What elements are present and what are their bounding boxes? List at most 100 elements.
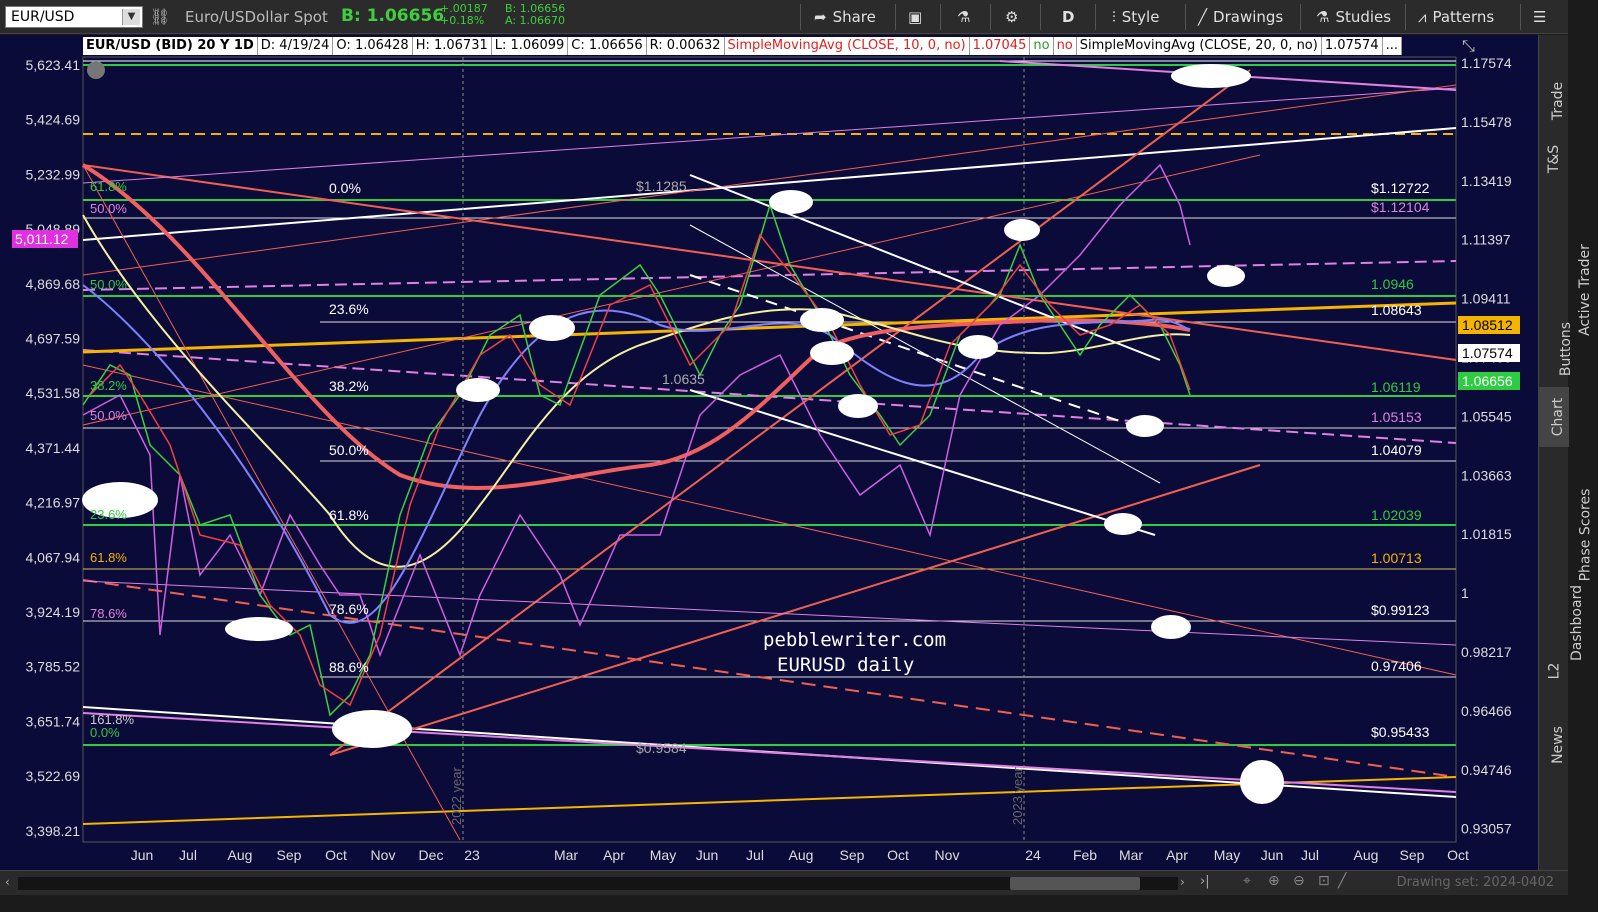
studies-flask-button[interactable]: ⚗	[957, 5, 970, 29]
expand-icon[interactable]: ›|	[1200, 874, 1210, 889]
right-axis-tick: 1.01815	[1461, 526, 1512, 542]
left-axis-tick: 3,398.21	[26, 823, 81, 839]
chart-canvas[interactable]: 5,623.41 5,424.69 5,232.99 5,048.89 4,869.68…	[0, 35, 1538, 870]
x-axis-tick: Sep	[277, 847, 302, 863]
watermark-line-1: pebblewriter.com	[763, 629, 946, 651]
snapshot-button[interactable]: ▣	[908, 5, 922, 29]
price-labels: $1.12722 $1.12104 1.0946 1.08643 1.06119 1.05…	[1371, 180, 1430, 740]
flask-icon: ⚗	[957, 8, 971, 26]
side-tab-trade[interactable]: Trade	[1539, 73, 1569, 129]
fib-mid-label: 88.6%	[329, 659, 369, 675]
settings-button[interactable]: ⚙	[1005, 5, 1018, 29]
badge-sma10: 1.08512	[1462, 317, 1513, 333]
price-label: 1.08643	[1371, 302, 1422, 318]
chart-svg[interactable]: 5,623.415,424.695,232.995,048.894,869.68…	[0, 35, 1538, 870]
separator	[940, 4, 941, 30]
zoom-in-icon[interactable]: ⊕	[1268, 873, 1280, 889]
legend-more[interactable]: ...	[1383, 37, 1402, 55]
separator	[895, 4, 896, 30]
gear-icon: ⚙	[1005, 8, 1019, 26]
side-tab-label: Trade	[1550, 81, 1567, 121]
drawings-button[interactable]: ╱ Drawings	[1198, 5, 1283, 29]
menu-button[interactable]: ☰	[1533, 5, 1546, 29]
side-tab-phase-scores[interactable]: Phase Scores	[1539, 480, 1593, 590]
legend-close: C: 1.06656	[568, 37, 647, 55]
camera-icon: ▣	[908, 8, 923, 26]
studies-button[interactable]: ⚗ Studies	[1316, 5, 1391, 29]
separator	[1185, 4, 1186, 30]
ask-small: A: 1.06670	[505, 14, 566, 27]
x-axis-tick: Dec	[419, 847, 444, 863]
left-axis: 5,623.415,424.695,232.995,048.894,869.68…	[26, 57, 81, 839]
scroll-right-icon[interactable]: ›	[1180, 875, 1185, 889]
side-tab-t-s[interactable]: T&S	[1539, 131, 1569, 187]
scroll-track[interactable]	[18, 877, 1178, 890]
right-axis-tick: 1.05545	[1461, 408, 1512, 424]
separator	[800, 4, 801, 30]
legend-range: R: 0.00632	[647, 37, 725, 55]
side-tab-l2[interactable]: L2	[1539, 651, 1569, 691]
right-axis-tick: 1.09411	[1461, 291, 1511, 307]
period-button[interactable]: D	[1062, 5, 1074, 29]
side-tab-label: Phase Scores	[1577, 488, 1594, 582]
price-label: 1.05153	[1371, 409, 1422, 425]
side-tab-label: News	[1549, 726, 1566, 764]
year-label-2022: 2022 year	[449, 767, 464, 825]
price-label: 1.04079	[1371, 442, 1422, 458]
info-icon[interactable]	[87, 61, 105, 79]
right-axis-tick: 1.17574	[1461, 55, 1512, 71]
bottom-scroll-bar: ‹ › ›| ⌖ ⊕ ⊖ ⊡ ╱ Drawing set: 2024-0402	[0, 870, 1568, 895]
patterns-button[interactable]: ⩘ Patterns	[1418, 5, 1494, 29]
left-axis-tick: 5,232.99	[26, 166, 81, 182]
x-axis-tick: Oct	[887, 847, 909, 863]
legend-sma10[interactable]: SimpleMovingAvg (CLOSE, 10, 0, no)	[725, 37, 970, 55]
side-tab-chart[interactable]: Chart	[1539, 387, 1569, 447]
left-badge: 5,011.12	[15, 231, 69, 247]
share-button[interactable]: ➦ Share	[814, 5, 876, 29]
scroll-left-icon[interactable]: ‹	[5, 875, 10, 889]
fib-left-label: 61.8%	[90, 550, 127, 565]
link-icon[interactable]: ⛓	[150, 7, 170, 26]
right-axis: 1.175741.154781.134191.113971.094111.074…	[1461, 55, 1512, 837]
right-axis-tick: 0.98217	[1461, 644, 1512, 660]
fib-mid-label: 78.6%	[329, 601, 369, 617]
price-label: $1.12104	[1371, 199, 1430, 215]
draw-line-icon[interactable]: ╱	[1338, 873, 1346, 889]
badge-last: 1.06656	[1462, 373, 1513, 389]
crosshair-tool-icon[interactable]: ⌖	[1243, 873, 1251, 889]
fib-left-label: 50.0%	[90, 277, 127, 292]
x-axis-tick: Jun	[1261, 847, 1284, 863]
period-label: D	[1062, 8, 1075, 26]
x-axis-tick: Aug	[789, 847, 814, 863]
fib-left-label: 23.6%	[90, 507, 127, 522]
zoom-out-icon[interactable]: ⊖	[1293, 873, 1305, 889]
mid-price-label: 1.0635	[662, 371, 705, 387]
bid-price: B: 1.06656	[341, 6, 445, 26]
x-axis-tick: Jul	[1301, 847, 1319, 863]
legend-high: H: 1.06731	[413, 37, 492, 55]
style-button[interactable]: ⫶ Style	[1112, 5, 1159, 29]
fib-mid-label: 0.0%	[329, 180, 361, 196]
badge-sma20: 1.07574	[1462, 345, 1513, 361]
left-axis-tick: 4,697.59	[26, 331, 81, 347]
legend-low: L: 1.06099	[492, 37, 569, 55]
left-axis-tick: 5,623.41	[26, 57, 81, 73]
separator	[1300, 4, 1301, 30]
style-label: Style	[1121, 8, 1160, 26]
side-tab-news[interactable]: News	[1539, 715, 1569, 775]
side-tab-buttons[interactable]: Buttons	[1539, 319, 1574, 379]
scroll-thumb[interactable]	[1010, 877, 1140, 890]
left-axis-tick: 4,869.68	[26, 276, 81, 292]
x-axis-tick: 24	[1025, 847, 1041, 863]
side-tab-label: T&S	[1545, 144, 1562, 174]
symbol-input[interactable]: EUR/USD ▼	[5, 6, 143, 28]
price-label: 1.02039	[1371, 507, 1422, 523]
legend-sma20[interactable]: SimpleMovingAvg (CLOSE, 20, 0, no)	[1077, 37, 1322, 55]
side-tabs: Trade T&S Active Trader Buttons Chart Phase S…	[1538, 35, 1593, 870]
x-axis-tick: Mar	[1119, 847, 1143, 863]
right-axis-tick: 0.93057	[1461, 821, 1512, 837]
crosshair-icon[interactable]: ⤡	[1462, 36, 1475, 55]
chevron-down-icon[interactable]: ▼	[122, 9, 140, 25]
zoom-box-icon[interactable]: ⊡	[1318, 873, 1330, 889]
x-axis-tick: Apr	[603, 847, 625, 863]
